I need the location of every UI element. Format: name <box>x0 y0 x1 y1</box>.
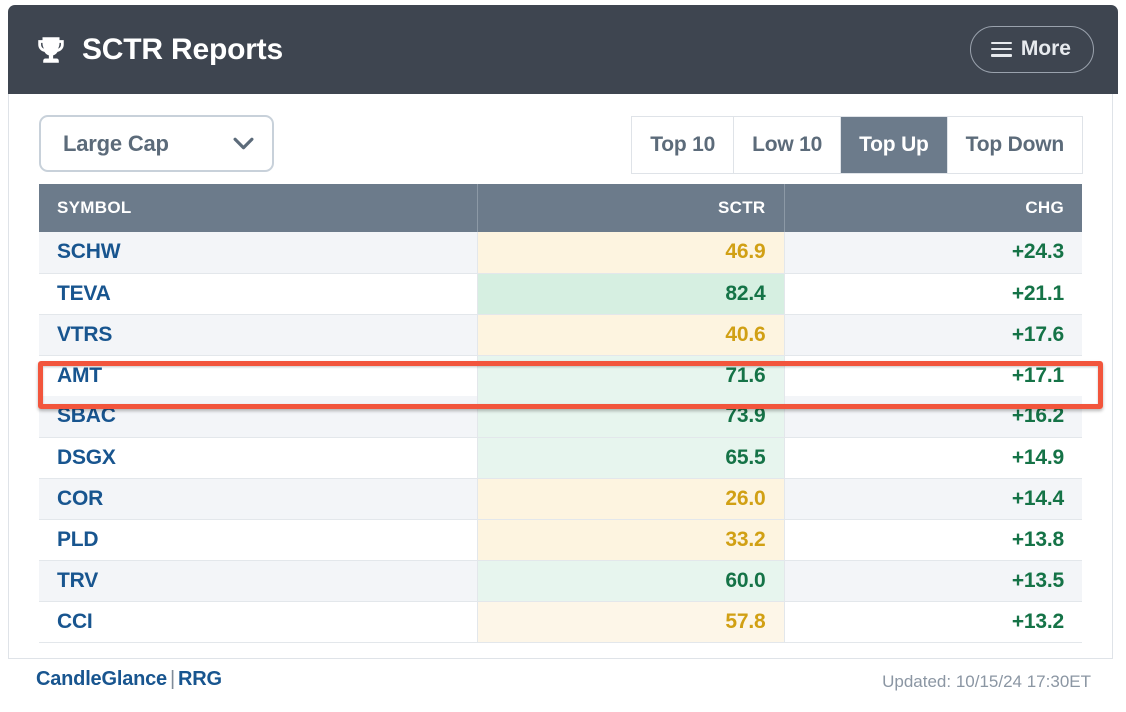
trophy-icon <box>34 33 68 67</box>
more-button[interactable]: More <box>970 26 1094 73</box>
page-title: SCTR Reports <box>82 35 283 65</box>
tab-top-10[interactable]: Top 10 <box>632 117 734 173</box>
cell-symbol[interactable]: DSGX <box>39 437 477 478</box>
cell-sctr: 60.0 <box>477 560 784 601</box>
cell-sctr: 57.8 <box>477 601 784 642</box>
cell-sctr: 33.2 <box>477 519 784 560</box>
candleglance-link[interactable]: CandleGlance <box>36 668 167 690</box>
cell-sctr: 46.9 <box>477 232 784 273</box>
table-row[interactable]: PLD 33.2 +13.8 <box>39 519 1082 560</box>
market-cap-dropdown-value: Large Cap <box>63 131 169 157</box>
cell-sctr: 65.5 <box>477 437 784 478</box>
cell-symbol[interactable]: SCHW <box>39 232 477 273</box>
column-header-sctr[interactable]: SCTR <box>477 184 784 232</box>
cell-chg: +16.2 <box>784 396 1082 437</box>
cell-chg: +21.1 <box>784 273 1082 314</box>
cell-chg: +24.3 <box>784 232 1082 273</box>
tab-top-down[interactable]: Top Down <box>948 117 1082 173</box>
column-header-chg[interactable]: CHG <box>784 184 1082 232</box>
table-row[interactable]: TRV 60.0 +13.5 <box>39 560 1082 601</box>
table-body: SCHW 46.9 +24.3 TEVA 82.4 +21.1 VTRS 40.… <box>39 232 1082 642</box>
cell-chg: +17.6 <box>784 314 1082 355</box>
table-row[interactable]: DSGX 65.5 +14.9 <box>39 437 1082 478</box>
cell-chg: +13.8 <box>784 519 1082 560</box>
updated-timestamp: Updated: 10/15/24 17:30ET <box>882 668 1091 692</box>
cell-chg: +14.4 <box>784 478 1082 519</box>
footer-separator: | <box>170 668 175 690</box>
cell-symbol[interactable]: CCI <box>39 601 477 642</box>
tab-top-up[interactable]: Top Up <box>841 117 948 173</box>
hamburger-icon <box>991 42 1012 57</box>
cell-chg: +13.2 <box>784 601 1082 642</box>
table-row[interactable]: SCHW 46.9 +24.3 <box>39 232 1082 273</box>
footer-links: CandleGlance|RRG <box>36 668 222 691</box>
sctr-reports-panel: SCTR Reports More Large Cap Top 10 Low 1… <box>0 0 1126 712</box>
table-header-row: SYMBOL SCTR CHG <box>39 184 1082 232</box>
cell-sctr: 73.9 <box>477 396 784 437</box>
cell-symbol[interactable]: PLD <box>39 519 477 560</box>
tab-low-10[interactable]: Low 10 <box>734 117 841 173</box>
cell-sctr: 71.6 <box>477 355 784 396</box>
panel-footer: CandleGlance|RRG Updated: 10/15/24 17:30… <box>8 668 1113 708</box>
chevron-down-icon <box>233 137 254 150</box>
cell-symbol[interactable]: COR <box>39 478 477 519</box>
cell-chg: +13.5 <box>784 560 1082 601</box>
cell-sctr: 26.0 <box>477 478 784 519</box>
cell-symbol[interactable]: AMT <box>39 355 477 396</box>
report-mode-segmented-control[interactable]: Top 10 Low 10 Top Up Top Down <box>631 116 1083 174</box>
column-header-symbol[interactable]: SYMBOL <box>39 184 477 232</box>
cell-symbol[interactable]: VTRS <box>39 314 477 355</box>
table-row[interactable]: VTRS 40.6 +17.6 <box>39 314 1082 355</box>
cell-symbol[interactable]: SBAC <box>39 396 477 437</box>
panel-header: SCTR Reports More <box>8 5 1118 94</box>
cell-symbol[interactable]: TRV <box>39 560 477 601</box>
panel-body: Large Cap Top 10 Low 10 Top Up Top Down … <box>8 94 1113 659</box>
market-cap-dropdown[interactable]: Large Cap <box>39 115 274 172</box>
table-row[interactable]: SBAC 73.9 +16.2 <box>39 396 1082 437</box>
cell-sctr: 40.6 <box>477 314 784 355</box>
table-row[interactable]: COR 26.0 +14.4 <box>39 478 1082 519</box>
header-left-group: SCTR Reports <box>34 33 283 67</box>
table-row[interactable]: CCI 57.8 +13.2 <box>39 601 1082 642</box>
cell-chg: +14.9 <box>784 437 1082 478</box>
cell-chg: +17.1 <box>784 355 1082 396</box>
table-header: SYMBOL SCTR CHG <box>39 184 1082 232</box>
table-row-highlighted[interactable]: AMT 71.6 +17.1 <box>39 355 1082 396</box>
cell-symbol[interactable]: TEVA <box>39 273 477 314</box>
table-row[interactable]: TEVA 82.4 +21.1 <box>39 273 1082 314</box>
controls-row: Large Cap Top 10 Low 10 Top Up Top Down <box>9 94 1112 184</box>
sctr-table: SYMBOL SCTR CHG SCHW 46.9 +24.3 TEVA 82.… <box>39 184 1082 643</box>
cell-sctr: 82.4 <box>477 273 784 314</box>
more-button-label: More <box>1021 37 1071 61</box>
rrg-link[interactable]: RRG <box>178 668 222 690</box>
